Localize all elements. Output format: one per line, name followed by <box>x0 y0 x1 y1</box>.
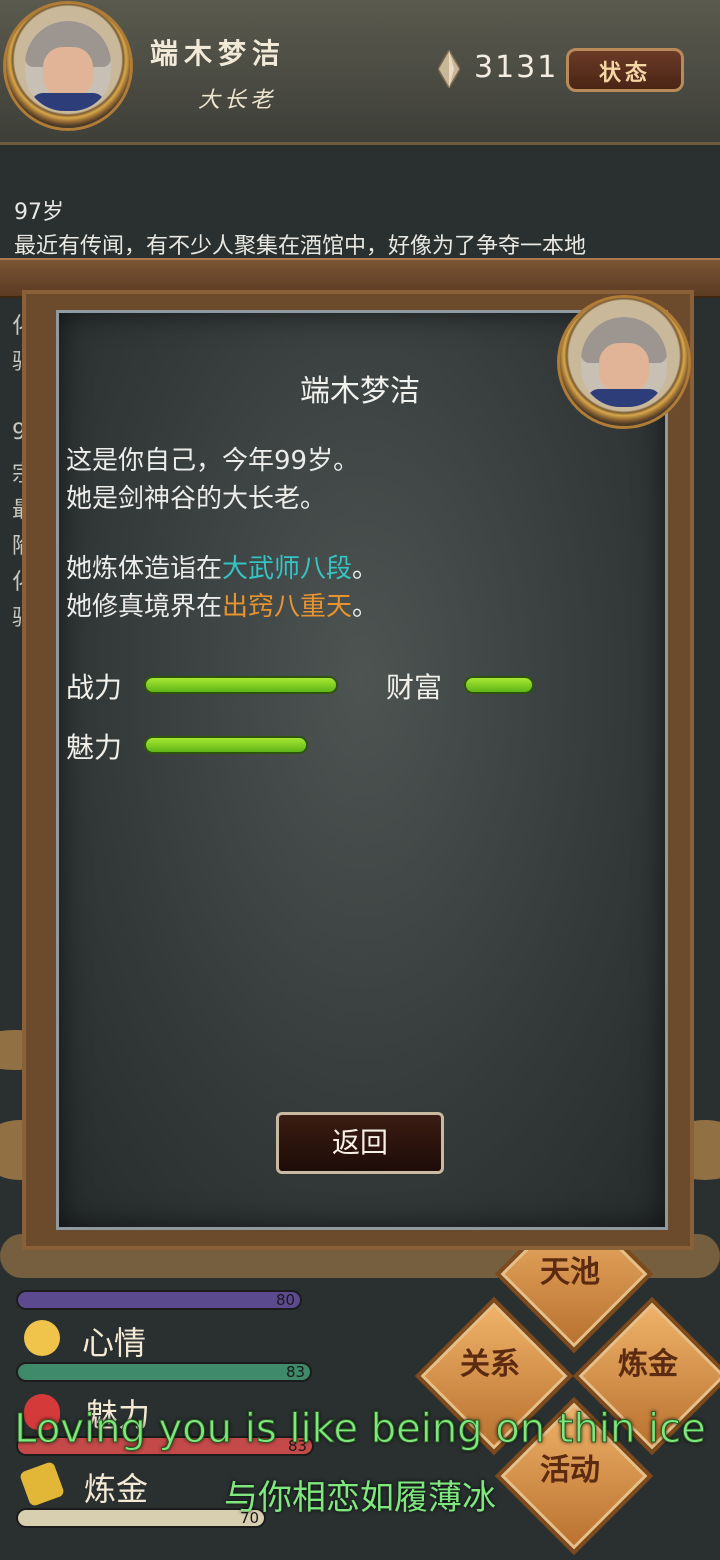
status-button[interactable]: 状态 <box>566 48 684 92</box>
top-bar: 端木梦洁 大长老 3131 状态 <box>0 0 720 145</box>
player-title: 大长老 <box>198 88 277 113</box>
mood-label: 心情 <box>82 1324 147 1362</box>
player-avatar[interactable] <box>6 4 130 128</box>
currency-count: 3131 <box>474 50 559 85</box>
mood-value: 83 <box>286 1363 306 1381</box>
modal-line-cultivation: 她修真境界在出窍八重天。 <box>66 592 379 622</box>
wealth-bar <box>464 676 534 694</box>
stat-bar-1-value: 80 <box>276 1291 296 1309</box>
event-log: 97岁 最近有传闻，有不少人聚集在酒馆中，好像为了争夺一本地 <box>14 196 586 264</box>
modal-line-body-training: 她炼体造诣在大武师八段。 <box>66 554 379 584</box>
avatar-face-image <box>25 21 111 111</box>
mood-bar <box>16 1362 312 1382</box>
modal-line-age: 这是你自己，今年99岁。 <box>66 446 360 476</box>
tianchi-label: 天池 <box>540 1255 600 1290</box>
power-bar <box>144 676 338 694</box>
back-button[interactable]: 返回 <box>276 1112 444 1174</box>
stat-label-power: 战力 <box>66 671 123 704</box>
charm-stat-bar <box>144 736 308 754</box>
relations-label: 关系 <box>460 1347 520 1382</box>
stat-label-wealth: 财富 <box>386 671 443 704</box>
mood-icon <box>24 1320 60 1356</box>
stat-bar-1 <box>16 1290 302 1310</box>
modal-line-role: 她是剑神谷的大长老。 <box>66 484 327 514</box>
spirit-stone-icon <box>438 50 460 88</box>
alchemy-action-label: 炼金 <box>618 1347 678 1382</box>
stat-label-charm: 魅力 <box>66 731 123 764</box>
subtitle-chinese: 与你相恋如履薄冰 <box>224 1478 496 1518</box>
player-name: 端木梦洁 <box>150 37 287 70</box>
subtitle-english: Loving you is like being on thin ice <box>14 1406 707 1453</box>
log-age-line: 97岁 <box>14 200 64 225</box>
cultivation-level: 出窍八重天 <box>222 592 353 622</box>
modal-character-name: 端木梦洁 <box>300 374 420 409</box>
body-training-level: 大武师八段 <box>222 554 353 584</box>
